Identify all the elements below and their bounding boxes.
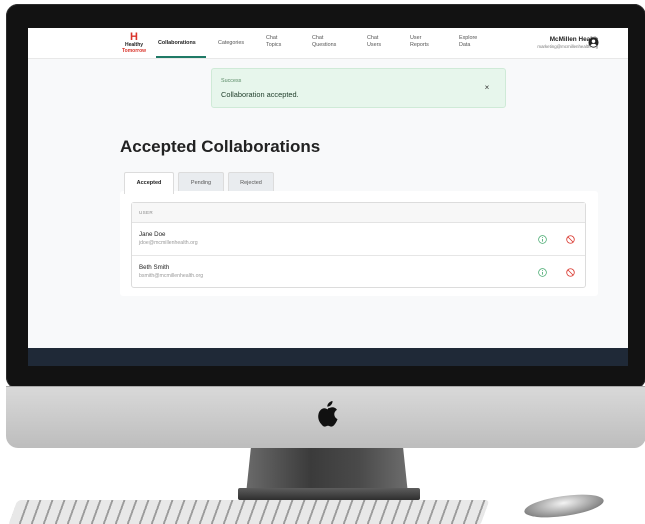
collaborations-table: USER Jane Doe jdoe@mcmillenhealth.org Be…: [131, 202, 586, 288]
user-email: bsmith@mcmillenhealth.org: [139, 273, 204, 279]
table-header: USER: [132, 203, 585, 223]
user-email: jdoe@mcmillenhealth.org: [139, 240, 198, 246]
ban-icon[interactable]: [566, 235, 575, 244]
tab-accepted[interactable]: Accepted: [124, 172, 174, 194]
page-title: Accepted Collaborations: [120, 137, 321, 156]
brand-mark: H: [130, 31, 138, 43]
mouse: [522, 490, 606, 522]
user-name: Jane Doe: [139, 231, 166, 238]
nav-categories[interactable]: Categories: [218, 40, 244, 47]
nav-chat-topics[interactable]: Chat Topics: [266, 35, 281, 49]
app-screen: H Healthy Tomorrow Collaborations Catego…: [28, 28, 628, 366]
user-name: Beth Smith: [139, 264, 170, 271]
tab-rejected[interactable]: Rejected: [228, 172, 274, 192]
taskbar: [28, 348, 628, 366]
info-circle-icon[interactable]: [538, 268, 547, 277]
table-row: Jane Doe jdoe@mcmillenhealth.org: [132, 224, 585, 256]
apple-logo-icon: [318, 401, 338, 427]
brand-logo[interactable]: H Healthy Tomorrow: [118, 32, 150, 56]
active-nav-indicator: [156, 56, 206, 58]
user-circle-icon[interactable]: [588, 37, 599, 48]
ban-icon[interactable]: [566, 268, 575, 277]
table-row: Beth Smith bsmith@mcmillenhealth.org: [132, 257, 585, 289]
tab-pending[interactable]: Pending: [178, 172, 224, 192]
nav-user-reports[interactable]: User Reports: [410, 35, 429, 49]
desktop-scene: H Healthy Tomorrow Collaborations Catego…: [0, 0, 645, 524]
column-header-user: USER: [139, 210, 153, 215]
keyboard: [8, 500, 490, 524]
top-navbar: H Healthy Tomorrow Collaborations Catego…: [28, 28, 628, 59]
close-icon[interactable]: ×: [482, 83, 492, 93]
nav-chat-questions[interactable]: Chat Questions: [312, 35, 336, 49]
nav-collaborations[interactable]: Collaborations: [158, 40, 196, 47]
nav-explore-data[interactable]: Explore Data: [459, 35, 477, 49]
toast-message: Collaboration accepted.: [221, 90, 299, 99]
toast-title: Success: [221, 78, 242, 84]
success-toast: Success Collaboration accepted. ×: [211, 68, 506, 108]
info-circle-icon[interactable]: [538, 235, 547, 244]
brand-line2: Tomorrow: [121, 48, 147, 54]
monitor-stand-base: [238, 488, 420, 500]
nav-chat-users[interactable]: Chat Users: [367, 35, 381, 49]
